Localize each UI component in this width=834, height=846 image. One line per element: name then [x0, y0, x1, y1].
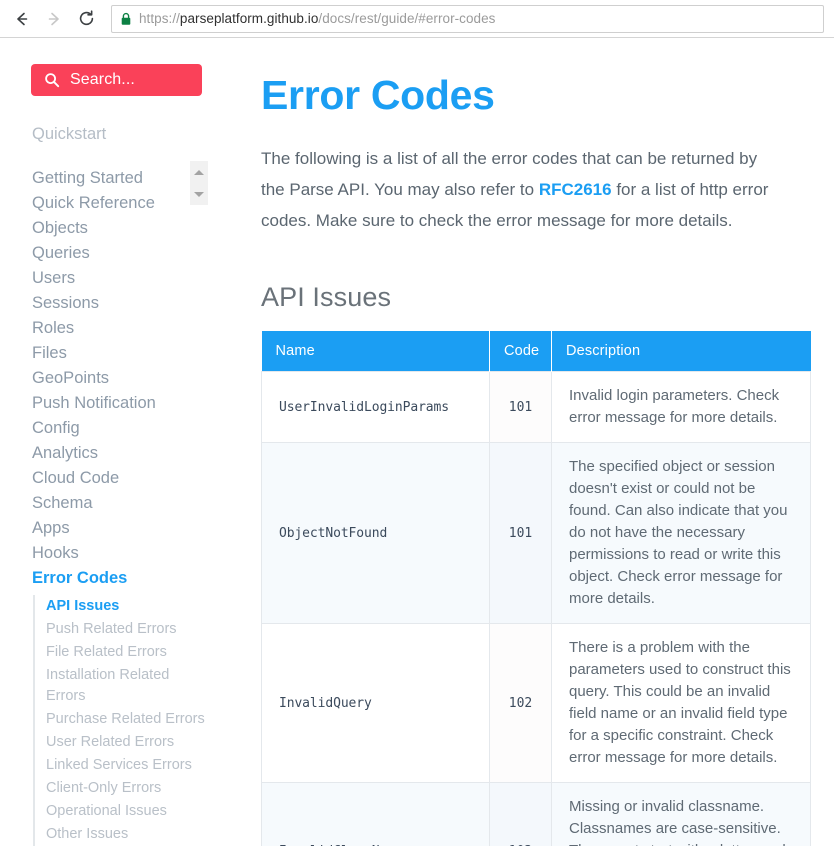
url-scheme: https:// [139, 11, 180, 26]
column-header-name: Name [261, 331, 490, 372]
main-content: Error Codes The following is a list of a… [261, 38, 834, 846]
sidebar-item-apps[interactable]: Apps [0, 516, 240, 541]
url-host: parseplatform.github.io [179, 11, 319, 26]
cell-error-code: 103 [489, 782, 552, 846]
sidebar: Search... Quickstart Getting Started Qui… [0, 38, 240, 846]
page-title: Error Codes [261, 72, 495, 118]
sidebar-item-error-codes[interactable]: Error Codes [0, 566, 240, 591]
address-bar[interactable]: https://parseplatform.github.io/docs/res… [111, 4, 824, 33]
subnav-item-linked-services-errors[interactable]: Linked Services Errors [35, 754, 240, 777]
search-icon [44, 72, 60, 88]
subnav-item-push-related-errors[interactable]: Push Related Errors [35, 618, 240, 641]
column-header-description: Description [551, 331, 811, 372]
cell-error-code: 102 [489, 623, 552, 784]
search-button[interactable]: Search... [31, 64, 202, 96]
intro-paragraph: The following is a list of all the error… [261, 117, 785, 236]
sidebar-item-geopoints[interactable]: GeoPoints [0, 366, 240, 391]
sidebar-item-roles[interactable]: Roles [0, 316, 240, 341]
sidebar-scroll-stepper[interactable] [190, 161, 208, 205]
browser-toolbar: https://parseplatform.github.io/docs/res… [0, 0, 834, 38]
forward-button[interactable] [41, 6, 67, 32]
back-button[interactable] [9, 6, 35, 32]
cell-error-name: ObjectNotFound [261, 442, 490, 625]
reload-icon [77, 9, 96, 28]
subnav-item-client-only-errors[interactable]: Client-Only Errors [35, 777, 240, 800]
sidebar-item-files[interactable]: Files [0, 341, 240, 366]
cell-error-name: UserInvalidLoginParams [261, 371, 490, 444]
subnav-item-user-related-errors[interactable]: User Related Errors [35, 731, 240, 754]
sidebar-subnav: API Issues Push Related Errors File Rela… [33, 595, 240, 846]
search-button-label: Search... [70, 71, 135, 88]
subnav-item-api-issues[interactable]: API Issues [35, 595, 240, 618]
page-viewport: Search... Quickstart Getting Started Qui… [0, 38, 834, 846]
cell-error-description: Invalid login parameters. Check error me… [551, 371, 811, 444]
sidebar-item-quickstart[interactable]: Quickstart [0, 122, 240, 147]
cell-error-code: 101 [489, 371, 552, 444]
caret-up-icon[interactable] [194, 169, 204, 175]
arrow-left-icon [13, 10, 31, 28]
cell-error-code: 101 [489, 442, 552, 625]
table-row: ObjectNotFound 101 The specified object … [261, 442, 811, 625]
rfc2616-link[interactable]: RFC2616 [539, 180, 612, 199]
sidebar-item-schema[interactable]: Schema [0, 491, 240, 516]
table-header-row: Name Code Description [261, 331, 811, 372]
arrow-right-icon [45, 10, 63, 28]
subnav-item-installation-related-errors[interactable]: Installation Related Errors [35, 664, 170, 708]
url-path: /docs/rest/guide/#error-codes [318, 11, 496, 26]
reload-button[interactable] [73, 6, 99, 32]
cell-error-name: InvalidQuery [261, 623, 490, 784]
sidebar-item-sessions[interactable]: Sessions [0, 291, 240, 316]
sidebar-item-cloud-code[interactable]: Cloud Code [0, 466, 240, 491]
table-row: InvalidQuery 102 There is a problem with… [261, 623, 811, 784]
sidebar-item-analytics[interactable]: Analytics [0, 441, 240, 466]
table-row: InvalidClassName 103 Missing or invalid … [261, 782, 811, 846]
sidebar-item-push-notification[interactable]: Push Notification [0, 391, 240, 416]
cell-error-description: The specified object or session doesn't … [551, 442, 811, 625]
subnav-item-operational-issues[interactable]: Operational Issues [35, 800, 240, 823]
sidebar-item-queries[interactable]: Queries [0, 241, 240, 266]
subnav-item-file-related-errors[interactable]: File Related Errors [35, 641, 240, 664]
address-bar-url: https://parseplatform.github.io/docs/res… [139, 11, 495, 26]
table-row: UserInvalidLoginParams 101 Invalid login… [261, 371, 811, 444]
sidebar-item-users[interactable]: Users [0, 266, 240, 291]
sidebar-item-config[interactable]: Config [0, 416, 240, 441]
cell-error-name: InvalidClassName [261, 782, 490, 846]
error-codes-table: Name Code Description UserInvalidLoginPa… [261, 331, 811, 846]
padlock-icon [120, 12, 132, 26]
sidebar-item-hooks[interactable]: Hooks [0, 541, 240, 566]
subnav-item-purchase-related-errors[interactable]: Purchase Related Errors [35, 708, 240, 731]
column-header-code: Code [489, 331, 552, 372]
subnav-item-other-issues[interactable]: Other Issues [35, 823, 240, 846]
cell-error-description: There is a problem with the parameters u… [551, 623, 811, 784]
section-title-api-issues: API Issues [261, 282, 392, 313]
sidebar-item-objects[interactable]: Objects [0, 216, 240, 241]
cell-error-description: Missing or invalid classname. Classnames… [551, 782, 811, 846]
caret-down-icon[interactable] [194, 191, 204, 197]
